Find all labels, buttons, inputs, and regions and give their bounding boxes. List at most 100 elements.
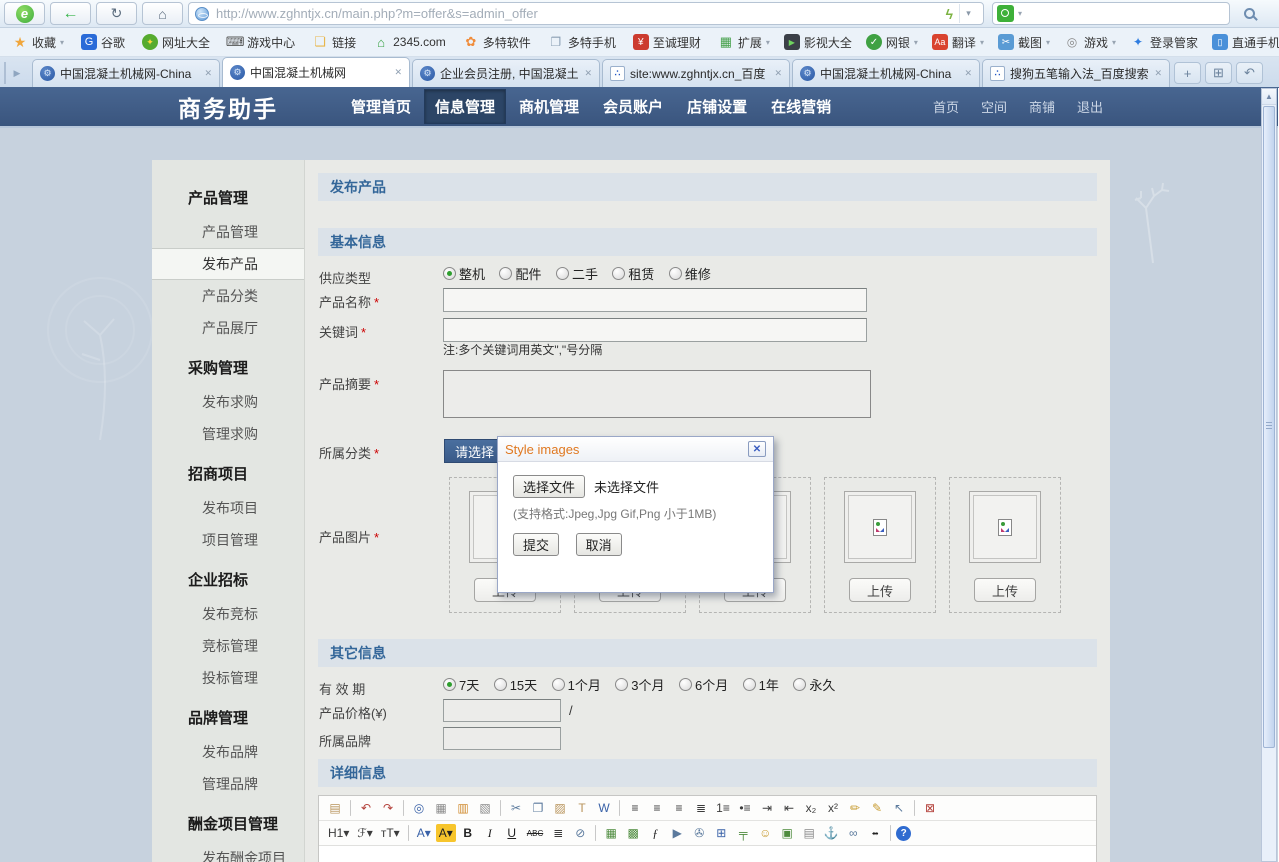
nav-link[interactable]: 退出	[1077, 97, 1103, 116]
browser-tab[interactable]: 企业会员注册, 中国混凝土	[412, 59, 600, 87]
undo-icon[interactable]: ↶	[356, 799, 376, 817]
sidebar-item[interactable]: 采购管理	[152, 352, 304, 386]
align-left-icon[interactable]: ≡	[625, 799, 645, 817]
nav-item[interactable]: 管理首页	[340, 89, 422, 124]
preview-page-icon[interactable]: ▥	[453, 799, 473, 817]
align-center-icon[interactable]: ≡	[647, 799, 667, 817]
underline-icon[interactable]: U	[502, 824, 522, 842]
close-icon[interactable]	[584, 68, 592, 79]
scroll-up-button[interactable]: ▲	[1262, 89, 1276, 105]
close-icon[interactable]	[774, 68, 782, 79]
radio-option[interactable]: 6个月	[679, 675, 728, 694]
close-icon[interactable]	[1154, 68, 1162, 79]
radio-option[interactable]: 整机	[443, 264, 485, 283]
picture-icon[interactable]: ▣	[777, 824, 797, 842]
unlink-icon[interactable]: ∞	[865, 824, 885, 842]
radio-option[interactable]: 1个月	[552, 675, 601, 694]
sidebar-item[interactable]: 投标管理	[152, 662, 304, 694]
sidebar-item[interactable]: 竞标管理	[152, 630, 304, 662]
bookmark-item[interactable]: ★ 收藏 ▾	[12, 34, 64, 51]
browser-logo-button[interactable]: e	[4, 2, 45, 25]
anchor-icon[interactable]: ⚓	[821, 824, 841, 842]
flash-icon[interactable]: ƒ	[645, 824, 665, 842]
nav-item[interactable]: 商机管理	[508, 89, 590, 124]
bookmark-item[interactable]: ⌂ 2345.com ▾	[373, 34, 446, 50]
insert-image-icon[interactable]: ▦	[601, 824, 621, 842]
lightning-icon[interactable]: ϟ	[946, 6, 953, 22]
editor-content-area[interactable]	[319, 845, 1096, 862]
copy-icon[interactable]: ❐	[528, 799, 548, 817]
price-input[interactable]	[443, 699, 561, 722]
product-name-input[interactable]	[443, 288, 867, 312]
emoticon-icon[interactable]: ☺	[755, 824, 775, 842]
media-icon[interactable]: ▶	[667, 824, 687, 842]
upload-button[interactable]: 上传	[849, 578, 911, 602]
bookmark-item[interactable]: ✦ 网址大全 ▾	[142, 34, 210, 51]
align-justify-icon[interactable]: ≣	[691, 799, 711, 817]
format-painter-icon[interactable]: ✎	[867, 799, 887, 817]
sidebar-item[interactable]: 管理求购	[152, 418, 304, 450]
toolbar-extension-item[interactable]: ✓ 网银 ▾	[866, 34, 918, 51]
highlight-icon[interactable]: A▾	[436, 824, 456, 842]
print-icon[interactable]: ▦	[431, 799, 451, 817]
nav-item[interactable]: 店铺设置	[676, 89, 758, 124]
new-tab-button[interactable]: +	[1174, 62, 1201, 84]
toolbar-extension-item[interactable]: ▦ 扩展 ▾	[718, 34, 770, 51]
sidebar-item[interactable]: 产品管理	[152, 216, 304, 248]
sidebar-item[interactable]: 发布竞标	[152, 598, 304, 630]
brand-input[interactable]	[443, 727, 561, 750]
bookmark-item[interactable]: ✿ 多特软件 ▾	[463, 34, 531, 51]
text-color-icon[interactable]: A▾	[414, 824, 434, 842]
search-engine-icon[interactable]	[997, 5, 1014, 22]
radio-option[interactable]: 二手	[556, 264, 598, 283]
sidebar-item[interactable]: 项目管理	[152, 524, 304, 556]
font-size-icon[interactable]: тT▾	[378, 824, 403, 842]
indent-icon[interactable]: ⇥	[757, 799, 777, 817]
toolbar-extension-item[interactable]: ✂ 截图 ▾	[998, 34, 1050, 51]
radio-option[interactable]: 永久	[793, 675, 835, 694]
paste-word-icon[interactable]: W	[594, 799, 614, 817]
bookmark-item[interactable]: G 谷歌 ▾	[81, 34, 125, 51]
select-all-icon[interactable]: ↖	[889, 799, 909, 817]
unordered-list-icon[interactable]: •≡	[735, 799, 755, 817]
sidebar-item[interactable]: 酬金项目管理	[152, 808, 304, 842]
close-icon[interactable]	[204, 68, 212, 79]
browser-tab[interactable]: 搜狗五笔输入法_百度搜索	[982, 59, 1170, 87]
nav-link[interactable]: 商铺	[1029, 97, 1055, 116]
sidebar-item[interactable]: 发布品牌	[152, 736, 304, 768]
sidebar-item[interactable]: 招商项目	[152, 458, 304, 492]
align-right-icon[interactable]: ≡	[669, 799, 689, 817]
toolbar-extension-item[interactable]: ◎ 游戏 ▾	[1064, 34, 1116, 51]
radio-option[interactable]: 15天	[494, 675, 537, 694]
page-break-icon[interactable]: ▤	[799, 824, 819, 842]
link-icon[interactable]: ∞	[843, 824, 863, 842]
eraser-icon[interactable]: ⊘	[570, 824, 590, 842]
sidebar-item[interactable]: 发布求购	[152, 386, 304, 418]
redo-icon[interactable]: ↷	[378, 799, 398, 817]
sidebar-item[interactable]: 产品管理	[152, 182, 304, 216]
font-family-icon[interactable]: ℱ▾	[354, 824, 375, 842]
sidebar-item[interactable]: 管理品牌	[152, 768, 304, 800]
sidebar-item[interactable]: 发布产品	[152, 248, 304, 280]
browser-tab[interactable]: 中国混凝土机械网-China	[792, 59, 980, 87]
bookmark-item[interactable]: ⌨ 游戏中心 ▾	[227, 34, 295, 51]
bookmark-item[interactable]: ¥ 至诚理财 ▾	[633, 34, 701, 51]
scrollbar[interactable]: ▲	[1261, 88, 1277, 862]
browser-tab[interactable]: site:www.zghntjx.cn_百度	[602, 59, 790, 87]
upload-button[interactable]: 上传	[974, 578, 1036, 602]
radio-option[interactable]: 配件	[499, 264, 541, 283]
radio-option[interactable]: 租赁	[612, 264, 654, 283]
refresh-button[interactable]: ↻	[96, 2, 137, 25]
strikethrough-icon[interactable]: ABC	[524, 824, 546, 842]
dialog-titlebar[interactable]: Style images ✕	[498, 437, 773, 462]
keywords-input[interactable]	[443, 318, 867, 342]
line-height-icon[interactable]: ≣	[548, 824, 568, 842]
search-box[interactable]: ▾	[992, 2, 1230, 25]
batch-image-icon[interactable]: ▩	[623, 824, 643, 842]
toolbar-extension-item[interactable]: ▶ 影视大全 ▾	[784, 34, 852, 51]
paste-icon[interactable]: ▨	[550, 799, 570, 817]
home-button[interactable]: ⌂	[142, 2, 183, 25]
sidebar-item[interactable]: 品牌管理	[152, 702, 304, 736]
sidebar-item[interactable]: 发布酬金项目	[152, 842, 304, 862]
sidebar-item[interactable]: 企业招标	[152, 564, 304, 598]
